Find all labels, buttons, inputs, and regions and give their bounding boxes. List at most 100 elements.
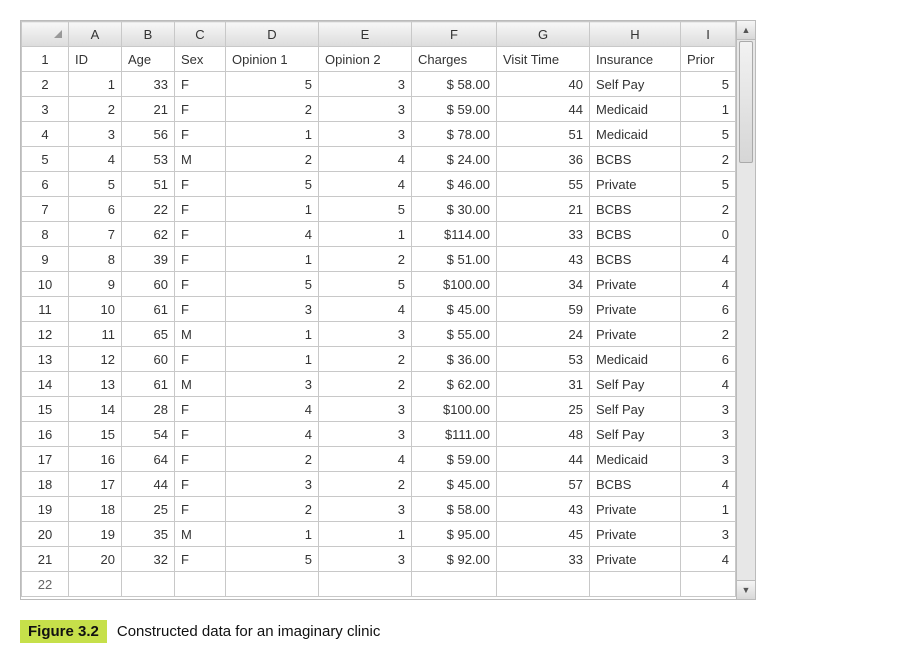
cell[interactable]: 31: [497, 372, 590, 397]
cell[interactable]: 35: [122, 522, 175, 547]
col-header-G[interactable]: G: [497, 22, 590, 47]
cell[interactable]: 1: [69, 72, 122, 97]
cell[interactable]: Medicaid: [590, 122, 681, 147]
cell[interactable]: 51: [497, 122, 590, 147]
cell[interactable]: F: [175, 247, 226, 272]
cell[interactable]: Self Pay: [590, 72, 681, 97]
row-header[interactable]: 3: [22, 97, 69, 122]
cell[interactable]: Prior: [681, 47, 736, 72]
row-header[interactable]: 13: [22, 347, 69, 372]
cell[interactable]: $ 58.00: [412, 72, 497, 97]
cell[interactable]: 6: [681, 347, 736, 372]
cell[interactable]: 56: [122, 122, 175, 147]
cell[interactable]: 2: [681, 147, 736, 172]
cell[interactable]: 33: [497, 547, 590, 572]
cell[interactable]: F: [175, 422, 226, 447]
cell[interactable]: 61: [122, 372, 175, 397]
row-header[interactable]: 22: [22, 572, 69, 597]
row-header[interactable]: 19: [22, 497, 69, 522]
cell[interactable]: 1: [226, 522, 319, 547]
cell[interactable]: 3: [69, 122, 122, 147]
cell[interactable]: 3: [319, 422, 412, 447]
cell[interactable]: 4: [681, 272, 736, 297]
row-header[interactable]: 15: [22, 397, 69, 422]
cell[interactable]: 3: [319, 72, 412, 97]
cell[interactable]: $ 62.00: [412, 372, 497, 397]
cell[interactable]: M: [175, 372, 226, 397]
cell[interactable]: 2: [319, 372, 412, 397]
cell[interactable]: 2: [226, 497, 319, 522]
cell[interactable]: Self Pay: [590, 397, 681, 422]
cell[interactable]: 39: [122, 247, 175, 272]
cell[interactable]: $ 55.00: [412, 322, 497, 347]
cell[interactable]: $ 59.00: [412, 447, 497, 472]
cell[interactable]: 59: [497, 297, 590, 322]
cell[interactable]: 5: [681, 72, 736, 97]
cell[interactable]: 2: [681, 197, 736, 222]
cell[interactable]: Private: [590, 497, 681, 522]
cell[interactable]: 4: [319, 172, 412, 197]
cell[interactable]: 3: [319, 397, 412, 422]
cell[interactable]: $ 30.00: [412, 197, 497, 222]
select-all-corner[interactable]: [22, 22, 69, 47]
cell[interactable]: [69, 572, 122, 597]
cell[interactable]: F: [175, 272, 226, 297]
row-header[interactable]: 7: [22, 197, 69, 222]
cell[interactable]: 21: [122, 97, 175, 122]
cell[interactable]: 1: [226, 122, 319, 147]
cell[interactable]: 3: [226, 472, 319, 497]
cell[interactable]: Medicaid: [590, 347, 681, 372]
cell[interactable]: 6: [681, 297, 736, 322]
cell[interactable]: 5: [226, 547, 319, 572]
cell[interactable]: 18: [69, 497, 122, 522]
cell[interactable]: $ 45.00: [412, 297, 497, 322]
vertical-scrollbar[interactable]: ▲ ▼: [737, 20, 756, 600]
cell[interactable]: M: [175, 322, 226, 347]
cell[interactable]: 2: [226, 147, 319, 172]
cell[interactable]: $ 78.00: [412, 122, 497, 147]
cell[interactable]: 15: [69, 422, 122, 447]
cell[interactable]: [590, 572, 681, 597]
cell[interactable]: 33: [497, 222, 590, 247]
cell[interactable]: Opinion 2: [319, 47, 412, 72]
cell[interactable]: 1: [681, 497, 736, 522]
cell[interactable]: 6: [69, 197, 122, 222]
cell[interactable]: 0: [681, 222, 736, 247]
cell[interactable]: 1: [226, 322, 319, 347]
cell[interactable]: 5: [681, 172, 736, 197]
cell[interactable]: 54: [122, 422, 175, 447]
cell[interactable]: BCBS: [590, 472, 681, 497]
cell[interactable]: 44: [122, 472, 175, 497]
cell[interactable]: $ 92.00: [412, 547, 497, 572]
cell[interactable]: $ 51.00: [412, 247, 497, 272]
cell[interactable]: 34: [497, 272, 590, 297]
col-header-E[interactable]: E: [319, 22, 412, 47]
cell[interactable]: F: [175, 472, 226, 497]
cell[interactable]: $ 45.00: [412, 472, 497, 497]
cell[interactable]: F: [175, 297, 226, 322]
cell[interactable]: BCBS: [590, 147, 681, 172]
row-header[interactable]: 5: [22, 147, 69, 172]
cell[interactable]: 12: [69, 347, 122, 372]
scroll-up-arrow-icon[interactable]: ▲: [737, 21, 755, 40]
cell[interactable]: 13: [69, 372, 122, 397]
cell[interactable]: 3: [681, 422, 736, 447]
cell[interactable]: 55: [497, 172, 590, 197]
cell[interactable]: $ 24.00: [412, 147, 497, 172]
cell[interactable]: $114.00: [412, 222, 497, 247]
cell[interactable]: [226, 572, 319, 597]
cell[interactable]: F: [175, 222, 226, 247]
cell[interactable]: BCBS: [590, 197, 681, 222]
cell[interactable]: 11: [69, 322, 122, 347]
row-header[interactable]: 4: [22, 122, 69, 147]
cell[interactable]: 45: [497, 522, 590, 547]
cell[interactable]: 4: [681, 547, 736, 572]
col-header-B[interactable]: B: [122, 22, 175, 47]
col-header-H[interactable]: H: [590, 22, 681, 47]
cell[interactable]: Charges: [412, 47, 497, 72]
cell[interactable]: Medicaid: [590, 97, 681, 122]
cell[interactable]: 4: [226, 422, 319, 447]
col-header-A[interactable]: A: [69, 22, 122, 47]
cell[interactable]: 1: [319, 222, 412, 247]
cell[interactable]: $ 46.00: [412, 172, 497, 197]
